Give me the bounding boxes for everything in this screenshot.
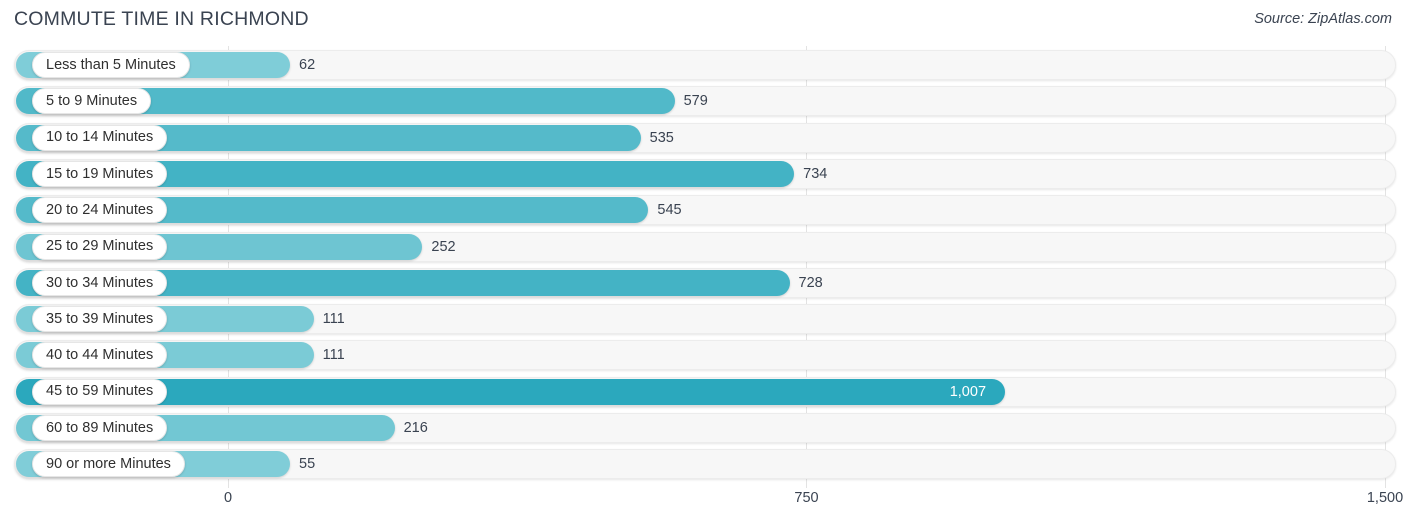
bar-value-label: 728 <box>798 274 823 291</box>
bar-row[interactable]: 60 to 89 Minutes 216 <box>14 413 1396 443</box>
bar-row[interactable]: 20 to 24 Minutes 545 <box>14 195 1396 226</box>
category-label-pill: 25 to 29 Minutes <box>32 233 168 260</box>
category-label-pill: 5 to 9 Minutes <box>32 88 152 115</box>
category-label: 35 to 39 Minutes <box>46 310 154 327</box>
bar-value-label: 535 <box>649 129 674 146</box>
bar-row[interactable]: 5 to 9 Minutes 579 <box>14 86 1396 117</box>
x-axis-tick-label: 750 <box>794 490 819 506</box>
category-label-pill: 45 to 59 Minutes <box>32 378 168 405</box>
category-label-pill: 40 to 44 Minutes <box>32 342 168 369</box>
chart-header: COMMUTE TIME IN RICHMOND Source: ZipAtla… <box>0 0 1406 42</box>
category-label: 15 to 19 Minutes <box>46 165 154 182</box>
bar-value-label: 579 <box>683 93 708 110</box>
category-label: 10 to 14 Minutes <box>46 129 154 146</box>
bar-row[interactable]: 30 to 34 Minutes 728 <box>14 267 1396 298</box>
category-label: 20 to 24 Minutes <box>46 201 154 218</box>
bar-row[interactable]: Less than 5 Minutes 62 <box>14 50 1396 80</box>
bar-value-label: 111 <box>322 347 345 364</box>
bar-value-label: 62 <box>299 57 316 73</box>
category-label: 40 to 44 Minutes <box>46 347 154 364</box>
bar-chart-plot-area: Less than 5 Minutes 62 5 to 9 Minutes 579 10… <box>0 46 1406 488</box>
category-label-pill: 15 to 19 Minutes <box>32 160 168 187</box>
bar-row[interactable]: 25 to 29 Minutes 252 <box>14 231 1396 262</box>
category-label-pill: 90 or more Minutes <box>32 451 185 478</box>
category-label-pill: 30 to 34 Minutes <box>32 269 168 296</box>
x-axis: 0 750 1,500 <box>0 488 1406 522</box>
source-attribution: Source: ZipAtlas.com <box>1254 11 1392 27</box>
bar-row[interactable]: 40 to 44 Minutes 111 <box>14 340 1396 371</box>
bar-value-label: 216 <box>403 420 428 436</box>
bar-row[interactable]: 45 to 59 Minutes 1,007 <box>14 376 1396 407</box>
bar-row[interactable]: 90 or more Minutes 55 <box>14 449 1396 480</box>
bar-value-label: 1,007 <box>949 383 987 400</box>
category-label-pill: 60 to 89 Minutes <box>32 415 168 441</box>
category-label: Less than 5 Minutes <box>46 56 176 73</box>
x-axis-tick-label: 0 <box>223 490 233 506</box>
category-label: 5 to 9 Minutes <box>46 93 138 110</box>
bar-value-label: 545 <box>657 202 682 219</box>
bar-value-label: 252 <box>431 238 456 255</box>
x-axis-tick-label: 1,500 <box>1366 490 1404 506</box>
bar-row[interactable]: 35 to 39 Minutes 111 <box>14 304 1396 335</box>
category-label: 25 to 29 Minutes <box>46 238 154 255</box>
category-label-pill: Less than 5 Minutes <box>32 52 190 78</box>
bar-value-label: 55 <box>299 456 316 473</box>
category-label-pill: 10 to 14 Minutes <box>32 124 168 151</box>
category-label-pill: 35 to 39 Minutes <box>32 306 168 333</box>
category-label-pill: 20 to 24 Minutes <box>32 197 168 224</box>
category-label: 45 to 59 Minutes <box>46 383 154 400</box>
category-label: 60 to 89 Minutes <box>46 419 154 436</box>
category-label: 90 or more Minutes <box>46 456 171 473</box>
category-label: 30 to 34 Minutes <box>46 274 154 291</box>
bar-row[interactable]: 10 to 14 Minutes 535 <box>14 122 1396 153</box>
bar-row[interactable]: 15 to 19 Minutes 734 <box>14 158 1396 189</box>
page-title: COMMUTE TIME IN RICHMOND <box>14 8 309 30</box>
bar-value-label: 734 <box>803 165 828 182</box>
bar-value-label: 111 <box>322 311 345 328</box>
